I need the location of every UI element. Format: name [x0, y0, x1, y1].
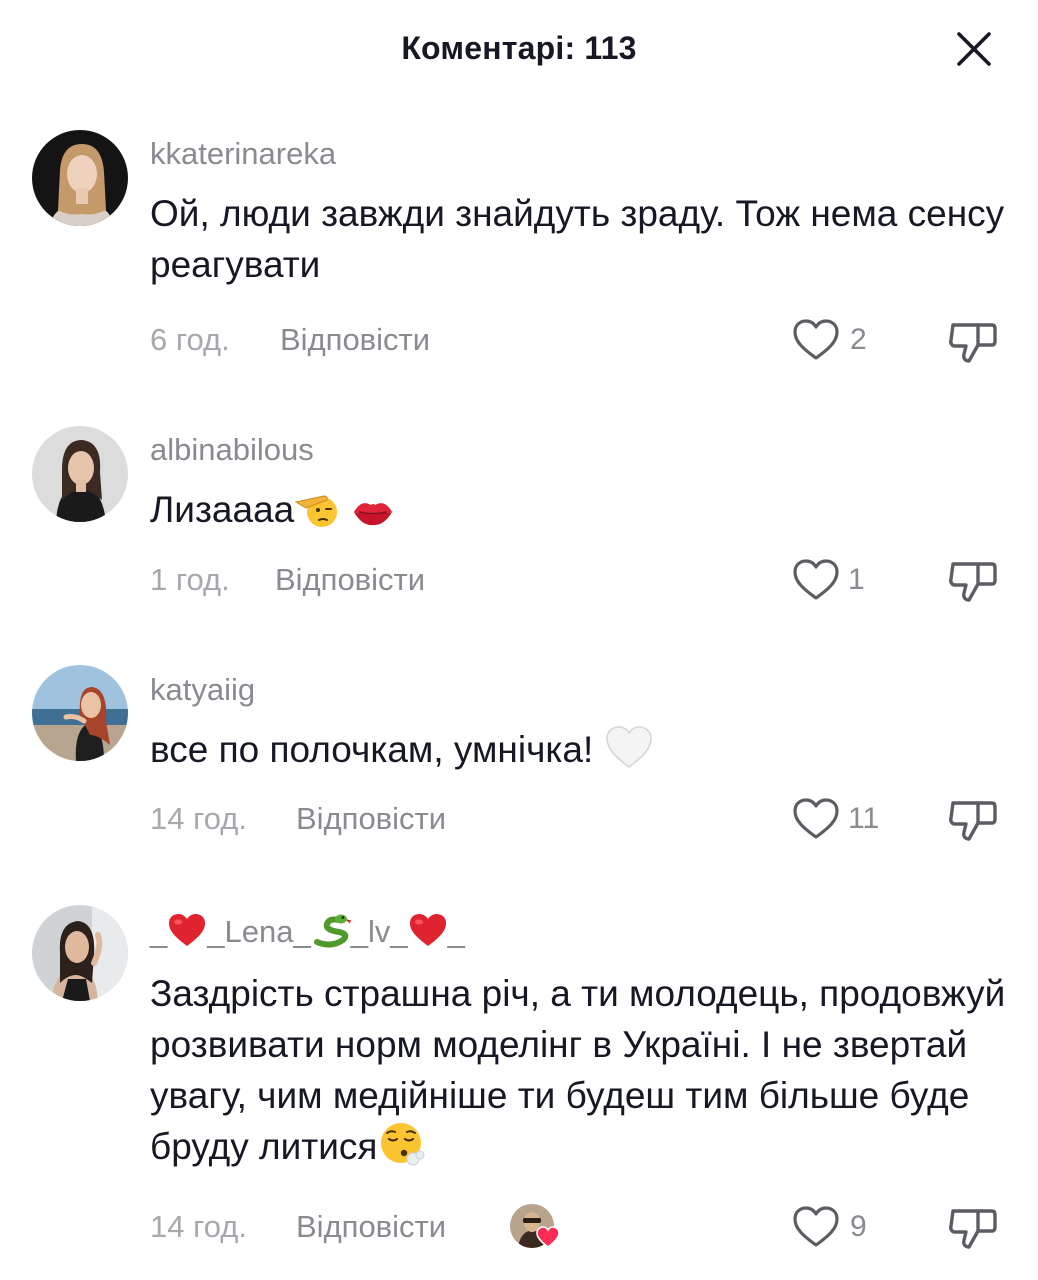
heart-icon[interactable] — [792, 1205, 840, 1249]
comment-time: 1 год. — [150, 562, 230, 597]
comments-header: Коментарі: 113 — [0, 0, 1038, 100]
comment-text: все по полочкам, умнічка! — [150, 724, 1010, 775]
comment-text-value: Лизаааа — [150, 489, 295, 530]
reply-button[interactable]: Відповісти — [296, 1209, 446, 1245]
comment-time: 14 год. — [150, 1209, 247, 1244]
white-heart-icon — [605, 726, 652, 768]
comment-text: Ой, люди завжди знайдуть зраду. Тож нема… — [150, 193, 1005, 285]
reply-button[interactable]: Відповісти — [275, 562, 425, 598]
comment-username[interactable]: _ _Lena_ _lv_ _ — [150, 908, 465, 950]
comments-sheet: Коментарі: 113 kkaterinareka Ой, люди за… — [0, 0, 1038, 1280]
comment-time: 6 год. — [150, 322, 230, 357]
thumbs-down-icon[interactable] — [948, 318, 998, 364]
comments-title: Коментарі: 113 — [401, 30, 637, 66]
face-exhaling-icon — [381, 1123, 425, 1166]
reply-button[interactable]: Відповісти — [280, 322, 430, 358]
avatar[interactable] — [32, 426, 128, 522]
red-heart-icon — [169, 914, 206, 946]
username-part: _lv_ — [350, 914, 408, 949]
avatar[interactable] — [32, 905, 128, 1001]
kiss-mark-icon — [353, 503, 392, 526]
comment-text-value: все по полочкам, умнічка! — [150, 729, 594, 770]
close-button[interactable] — [950, 25, 998, 73]
like-count: 2 — [850, 323, 867, 356]
comment-text-value: Заздрість страшна річ, а ти молодець, пр… — [150, 973, 1006, 1167]
close-icon — [957, 32, 991, 66]
username-part: _ — [150, 914, 168, 949]
thumbs-down-icon[interactable] — [948, 557, 998, 603]
heart-icon[interactable] — [792, 797, 840, 841]
thumbs-down-icon[interactable] — [948, 796, 998, 842]
comment-text: Лизаааа — [150, 484, 1010, 535]
comment-username[interactable]: albinabilous — [150, 432, 314, 468]
comment-text: Заздрість страшна річ, а ти молодець, пр… — [150, 968, 1010, 1172]
saluting-face-icon — [294, 495, 338, 527]
username-part: _Lena_ — [207, 914, 311, 949]
like-count: 1 — [848, 563, 865, 596]
avatar[interactable] — [32, 130, 128, 226]
like-count: 9 — [850, 1210, 867, 1243]
reply-button[interactable]: Відповісти — [296, 801, 446, 837]
comment-username[interactable]: katyaiig — [150, 672, 255, 708]
comment-username[interactable]: kkaterinareka — [150, 136, 336, 172]
username-part: _ — [447, 914, 465, 949]
snake-icon — [313, 914, 351, 948]
heart-icon[interactable] — [792, 318, 840, 362]
like-count: 11 — [848, 802, 880, 835]
heart-icon[interactable] — [792, 558, 840, 602]
liked-by-creator-icon — [536, 1226, 560, 1248]
thumbs-down-icon[interactable] — [948, 1204, 998, 1250]
red-heart-icon — [409, 914, 446, 946]
comment-time: 14 год. — [150, 801, 247, 836]
avatar[interactable] — [32, 665, 128, 761]
